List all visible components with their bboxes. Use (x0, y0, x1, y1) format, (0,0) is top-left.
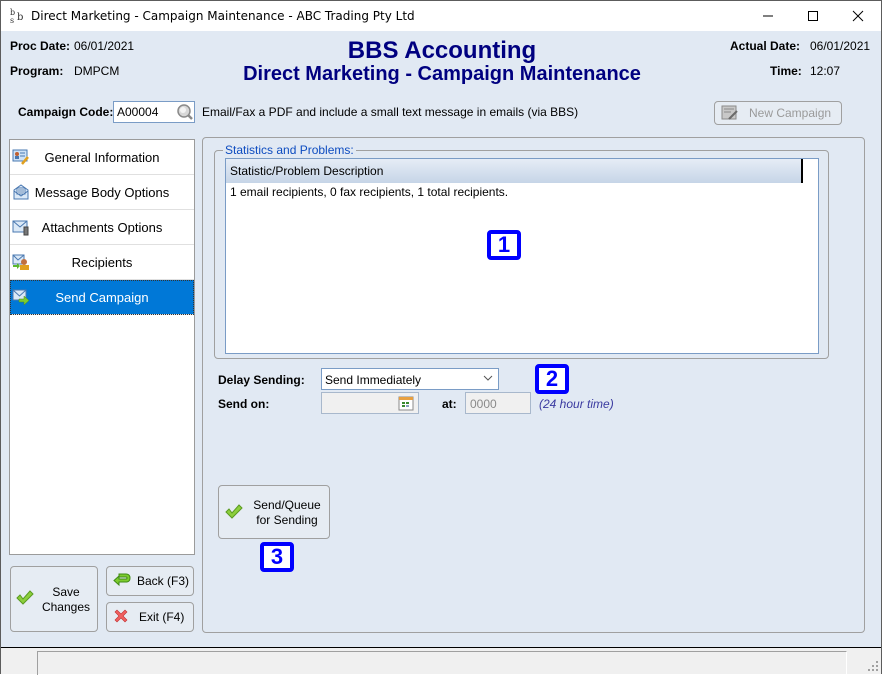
actual-date-label: Actual Date: (730, 39, 801, 53)
annotation-marker-3: 3 (260, 542, 294, 572)
calendar-icon[interactable] (398, 395, 414, 411)
sidebar-item-label: Recipients (71, 254, 133, 270)
statistics-group-label: Statistics and Problems: (223, 143, 356, 157)
exit-button[interactable]: Exit (F4) (106, 602, 194, 632)
sidebar-item-label: General Information (44, 149, 160, 165)
maximize-button[interactable] (790, 1, 836, 31)
sidebar-item-label: Attachments Options (41, 219, 163, 235)
recipients-icon (12, 253, 30, 271)
back-label: Back (F3) (137, 574, 190, 588)
save-changes-button[interactable]: Save Changes (10, 566, 98, 632)
annotation-marker-2: 2 (535, 364, 569, 394)
column-header-description[interactable]: Statistic/Problem Description (226, 159, 803, 183)
back-arrow-icon (113, 572, 131, 591)
sidebar-item-label: Send Campaign (55, 289, 149, 305)
message-body-icon (12, 183, 30, 201)
annotation-marker-1: 1 (487, 230, 521, 260)
send-at-time-value: 0000 (470, 397, 497, 411)
statistics-grid[interactable]: Statistic/Problem Description 1 email re… (225, 158, 819, 354)
send-on-label: Send on: (218, 397, 270, 411)
sidebar-item-message-body-options[interactable]: Message Body Options (10, 175, 194, 210)
actual-date-value: 06/01/2021 (810, 39, 871, 53)
send-label-line1: Send/Queue (253, 498, 321, 512)
send-label-line2: for Sending (256, 513, 318, 527)
new-campaign-button[interactable]: New Campaign (714, 101, 842, 125)
minimize-icon (763, 15, 773, 17)
window-title: Direct Marketing - Campaign Maintenance … (31, 9, 415, 23)
close-icon (852, 10, 864, 22)
sidebar-item-label: Message Body Options (34, 184, 170, 200)
close-button[interactable] (835, 1, 881, 31)
back-button[interactable]: Back (F3) (106, 566, 194, 596)
send-campaign-icon (12, 288, 30, 306)
delay-sending-label: Delay Sending: (218, 373, 305, 387)
chevron-down-icon (483, 372, 493, 382)
checkmark-icon (225, 504, 243, 523)
send-at-time-input[interactable]: 0000 (465, 392, 531, 414)
save-changes-label: Save Changes (37, 585, 95, 615)
table-row[interactable]: 1 email recipients, 0 fax recipients, 1 … (230, 185, 508, 199)
resize-grip-icon[interactable] (867, 660, 879, 672)
time-label: Time: (770, 64, 802, 78)
exit-label: Exit (F4) (139, 610, 185, 624)
send-on-date-input[interactable] (321, 392, 419, 414)
page-title: Direct Marketing - Campaign Maintenance (243, 63, 641, 85)
send-queue-button[interactable]: Send/Queue for Sending (218, 485, 330, 539)
status-bar (1, 647, 881, 675)
new-campaign-icon (721, 105, 738, 120)
sidebar-item-general-information[interactable]: General Information (10, 140, 194, 175)
time-format-hint: (24 hour time) (539, 397, 614, 411)
app-window: bsb Direct Marketing - Campaign Maintena… (0, 0, 882, 675)
delay-sending-value: Send Immediately (325, 373, 422, 387)
exit-x-icon (113, 608, 129, 627)
sidebar-item-send-campaign[interactable]: Send Campaign (10, 280, 194, 315)
title-bar: bsb Direct Marketing - Campaign Maintena… (1, 1, 881, 31)
checkmark-icon (16, 590, 34, 609)
new-campaign-label: New Campaign (749, 106, 832, 120)
minimize-button[interactable] (745, 1, 791, 31)
svg-text:s: s (10, 16, 14, 24)
svg-text:b: b (17, 12, 23, 23)
general-info-icon (12, 148, 30, 166)
time-value: 12:07 (810, 64, 841, 78)
sidebar-item-recipients[interactable]: Recipients (10, 245, 194, 280)
campaign-code-value: A00004 (117, 105, 159, 119)
app-logo-icon: bsb (10, 8, 26, 25)
status-pane (37, 651, 847, 675)
send-queue-label: Send/Queue for Sending (247, 498, 327, 528)
save-label-line2: Changes (41, 600, 91, 614)
at-label: at: (442, 397, 457, 411)
save-label-line1: Save (52, 585, 80, 599)
campaign-description: Email/Fax a PDF and include a small text… (202, 105, 579, 119)
sidebar-item-attachments-options[interactable]: Attachments Options (10, 210, 194, 245)
delay-sending-select[interactable]: Send Immediately (321, 368, 499, 390)
search-icon[interactable] (176, 103, 194, 121)
sidebar: General Information Message Body Options… (9, 139, 195, 555)
attachment-icon (12, 218, 30, 236)
campaign-code-label: Campaign Code: (18, 105, 114, 119)
maximize-icon (808, 11, 818, 21)
